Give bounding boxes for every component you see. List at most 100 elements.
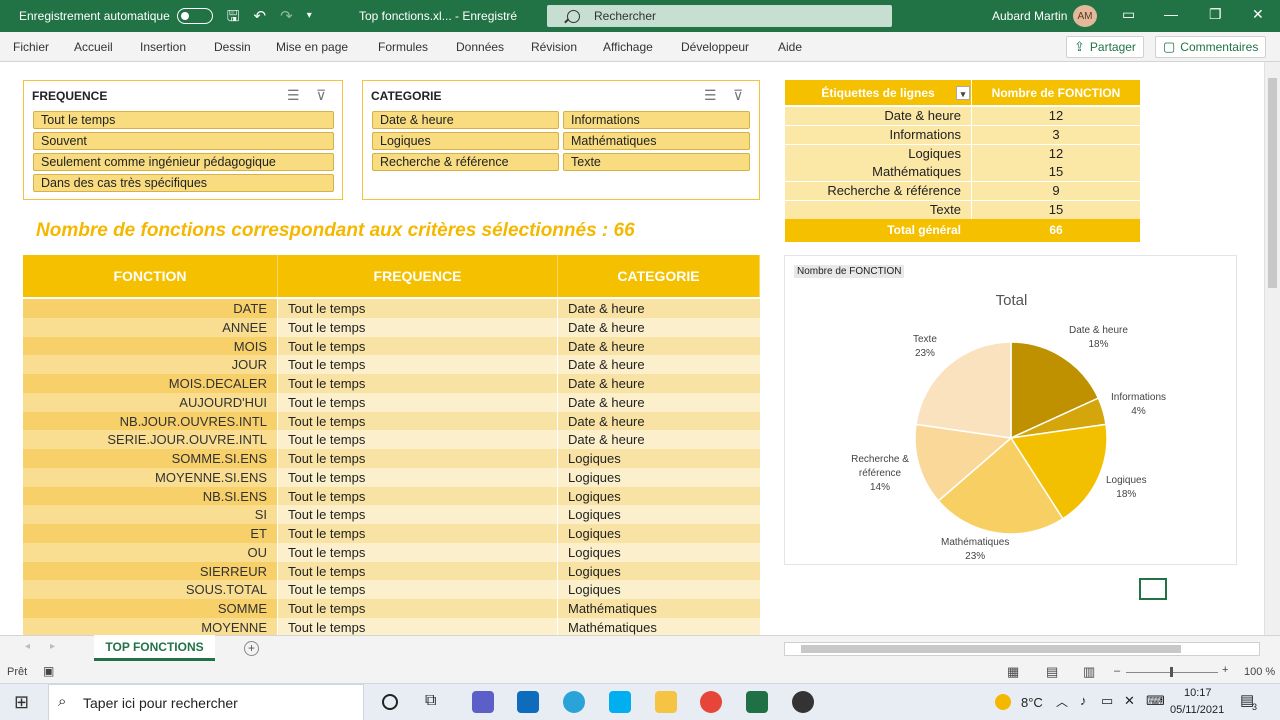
pivot-header-count[interactable]: Nombre de FONCTION [972, 80, 1140, 105]
cell-fonction[interactable]: SOUS.TOTAL [23, 580, 277, 600]
avatar[interactable]: AM [1073, 5, 1097, 27]
pivot-row-value[interactable]: 15 [972, 201, 1140, 219]
slicer-item[interactable]: Mathématiques [563, 132, 750, 150]
slicer-item[interactable]: Texte [563, 153, 750, 171]
zoom-slider-handle[interactable] [1170, 667, 1173, 677]
cell-fonction[interactable]: NB.SI.ENS [23, 486, 277, 506]
header-fonction[interactable]: FONCTION [23, 255, 278, 297]
pivot-row[interactable]: Mathématiques 15 [785, 163, 1140, 182]
table-row[interactable]: AUJOURD'HUI Tout le temps Date & heure [23, 392, 760, 412]
minimize-icon[interactable]: — [1164, 6, 1178, 22]
maximize-icon[interactable]: ❐ [1209, 6, 1222, 23]
multi-select-icon[interactable]: ☰ [704, 87, 717, 104]
table-row[interactable]: SOMME Tout le temps Mathématiques [23, 599, 760, 618]
pivot-row-label[interactable]: Recherche & référence [785, 182, 971, 201]
multi-select-icon[interactable]: ☰ [287, 87, 300, 104]
table-row[interactable]: MOYENNE.SI.ENS Tout le temps Logiques [23, 467, 760, 487]
table-row[interactable]: SOMME.SI.ENS Tout le temps Logiques [23, 449, 760, 468]
table-row[interactable]: SI Tout le temps Logiques [23, 505, 760, 525]
header-frequence[interactable]: FREQUENCE [278, 255, 558, 297]
tab-aide[interactable]: Aide [778, 40, 802, 54]
table-row[interactable]: JOUR Tout le temps Date & heure [23, 355, 760, 375]
cell-frequence[interactable]: Tout le temps [278, 317, 557, 337]
file-name[interactable]: Top fonctions.xl... - Enregistré [359, 9, 517, 23]
tab-donnees[interactable]: Données [456, 40, 504, 54]
cell-categorie[interactable]: Logiques [558, 486, 760, 506]
volume-icon[interactable]: ✕ [1124, 693, 1135, 709]
cell-fonction[interactable]: SOMME.SI.ENS [23, 449, 277, 468]
horizontal-scrollbar[interactable] [784, 642, 1260, 656]
cortana-icon[interactable] [382, 694, 398, 710]
selected-cell[interactable] [1139, 578, 1167, 600]
cell-categorie[interactable]: Logiques [558, 542, 760, 562]
cell-frequence[interactable]: Tout le temps [278, 411, 557, 431]
cell-frequence[interactable]: Tout le temps [278, 561, 557, 581]
tab-dessin[interactable]: Dessin [214, 40, 251, 54]
tab-accueil[interactable]: Accueil [74, 40, 113, 54]
edge-icon[interactable] [563, 691, 585, 713]
pivot-row-value[interactable]: 9 [972, 182, 1140, 201]
cell-categorie[interactable]: Date & heure [558, 317, 760, 337]
cell-fonction[interactable]: ET [23, 524, 277, 543]
cell-categorie[interactable]: Logiques [558, 561, 760, 581]
comments-button[interactable]: ▢ Commentaires [1155, 36, 1267, 58]
sheet-tab-top-fonctions[interactable]: TOP FONCTIONS [94, 635, 215, 661]
clear-filter-icon[interactable]: ⊽ [733, 87, 743, 104]
cell-frequence[interactable]: Tout le temps [278, 599, 557, 618]
filter-dropdown-icon[interactable]: ▾ [956, 86, 970, 100]
scroll-thumb[interactable] [1268, 78, 1277, 288]
pivot-row[interactable]: Logiques 12 [785, 144, 1140, 164]
chrome-icon[interactable] [700, 691, 722, 713]
pivot-row[interactable]: Texte 15 [785, 201, 1140, 220]
cell-fonction[interactable]: AUJOURD'HUI [23, 392, 277, 412]
pivot-row-value[interactable]: 15 [972, 163, 1140, 182]
slicer-item[interactable]: Tout le temps [33, 111, 334, 129]
close-icon[interactable]: ✕ [1252, 6, 1264, 23]
table-row[interactable]: OU Tout le temps Logiques [23, 542, 760, 562]
cell-categorie[interactable]: Date & heure [558, 430, 760, 450]
table-row[interactable]: ANNEE Tout le temps Date & heure [23, 317, 760, 337]
mic-icon[interactable]: ♪ [1080, 693, 1087, 708]
cell-fonction[interactable]: ANNEE [23, 317, 277, 337]
tray-expand-icon[interactable]: ︿ [1056, 693, 1068, 710]
table-row[interactable]: SOUS.TOTAL Tout le temps Logiques [23, 580, 760, 600]
vertical-scrollbar[interactable] [1264, 62, 1280, 635]
taskbar-search[interactable]: Taper ici pour rechercher [48, 684, 364, 720]
cell-fonction[interactable]: NB.JOUR.OUVRES.INTL [23, 411, 277, 431]
cell-frequence[interactable]: Tout le temps [278, 617, 557, 635]
cell-fonction[interactable]: SIERREUR [23, 561, 277, 581]
cell-categorie[interactable]: Logiques [558, 449, 760, 468]
cell-frequence[interactable]: Tout le temps [278, 430, 557, 450]
page-break-icon[interactable]: ▥ [1083, 664, 1095, 680]
add-sheet-icon[interactable]: + [244, 641, 259, 656]
obs-icon[interactable] [792, 691, 814, 713]
cell-fonction[interactable]: JOUR [23, 355, 277, 375]
table-row[interactable]: MOIS.DECALER Tout le temps Date & heure [23, 374, 760, 393]
zoom-out-icon[interactable]: – [1114, 665, 1120, 677]
autosave-toggle[interactable] [176, 8, 213, 24]
pivot-row[interactable]: Informations 3 [785, 125, 1140, 145]
cell-categorie[interactable]: Mathématiques [558, 617, 760, 635]
slicer-item[interactable]: Date & heure [372, 111, 559, 129]
pivot-row-value[interactable]: 12 [972, 107, 1140, 125]
cell-fonction[interactable]: SERIE.JOUR.OUVRE.INTL [23, 430, 277, 450]
slicer-item[interactable]: Souvent [33, 132, 334, 150]
cell-frequence[interactable]: Tout le temps [278, 467, 557, 487]
cell-fonction[interactable]: MOYENNE [23, 617, 277, 635]
cell-frequence[interactable]: Tout le temps [278, 355, 557, 375]
pivot-row-value[interactable]: 3 [972, 125, 1140, 144]
zoom-level[interactable]: 100 % [1244, 666, 1275, 678]
table-row[interactable]: SERIE.JOUR.OUVRE.INTL Tout le temps Date &… [23, 430, 760, 450]
slicer-item[interactable]: Recherche & référence [372, 153, 559, 171]
cell-frequence[interactable]: Tout le temps [278, 542, 557, 562]
pivot-row-value[interactable]: 12 [972, 144, 1140, 163]
cell-categorie[interactable]: Logiques [558, 524, 760, 543]
skype-icon[interactable] [609, 691, 631, 713]
normal-view-icon[interactable]: ▦ [1007, 664, 1019, 680]
keyboard-icon[interactable]: ⌨ [1146, 693, 1165, 709]
table-row[interactable]: SIERREUR Tout le temps Logiques [23, 561, 760, 581]
cell-frequence[interactable]: Tout le temps [278, 449, 557, 468]
cell-fonction[interactable]: SI [23, 505, 277, 525]
pivot-row-label[interactable]: Informations [785, 125, 971, 144]
undo-icon[interactable]: ↶ [254, 9, 267, 24]
